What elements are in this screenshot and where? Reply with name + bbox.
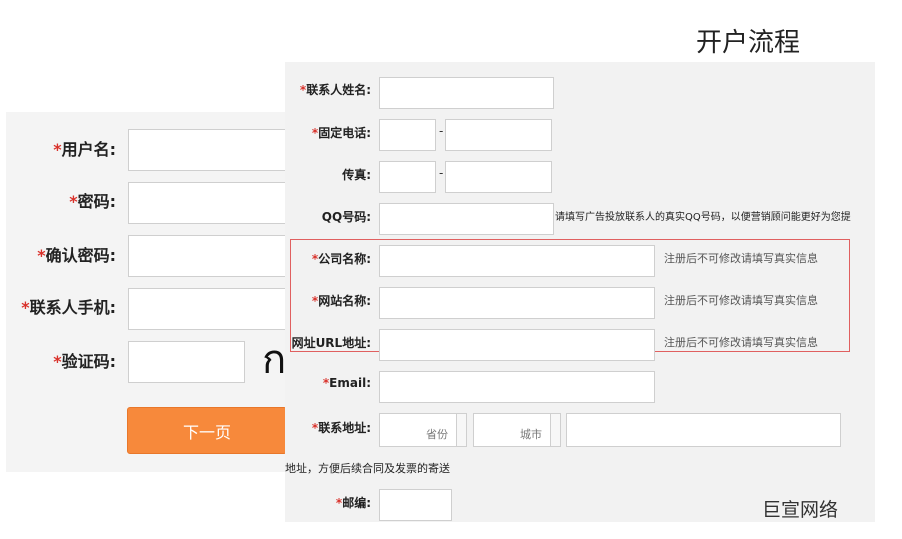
company-name-input[interactable] [379, 245, 655, 277]
postcode-label: *邮编: [335, 496, 371, 510]
address-label: *联系地址: [311, 421, 371, 435]
fax-area-code-input[interactable] [379, 161, 436, 193]
confirm-password-label: *确认密码: [37, 246, 116, 265]
captcha-input[interactable] [128, 341, 245, 383]
fax-label: 传真: [342, 168, 371, 182]
fax-number-input[interactable] [445, 161, 552, 193]
brand-name: 巨宣网络 [762, 499, 839, 521]
province-dropdown-arrow [456, 414, 466, 446]
address-detail-input[interactable] [566, 413, 841, 447]
password-label: *密码: [69, 192, 116, 211]
password-input[interactable] [128, 182, 288, 224]
website-url-hint: 注册后不可修改请填写真实信息 [664, 336, 818, 349]
next-page-button[interactable]: 下一页 [127, 407, 287, 454]
phone-separator: - [439, 124, 444, 138]
website-url-label: 网址URL地址: [291, 336, 371, 350]
confirm-password-input[interactable] [128, 235, 288, 277]
province-select[interactable]: 省份 [379, 413, 467, 447]
phone-area-code-input[interactable] [379, 119, 436, 151]
website-name-hint: 注册后不可修改请填写真实信息 [664, 294, 818, 307]
address-note: 地址，方便后续合同及发票的寄送 [285, 462, 450, 475]
contact-name-label: *联系人姓名: [299, 83, 371, 97]
phone-number-input[interactable] [445, 119, 552, 151]
captcha-image[interactable]: ก [262, 340, 286, 380]
qq-input[interactable] [379, 203, 554, 235]
company-name-label: *公司名称: [311, 252, 371, 266]
city-select[interactable]: 城市 [473, 413, 561, 447]
email-label: *Email: [322, 376, 371, 390]
website-name-input[interactable] [379, 287, 655, 319]
phone-label: *固定电话: [311, 126, 371, 140]
province-select-text: 省份 [426, 428, 448, 441]
contact-mobile-label: *联系人手机: [21, 298, 116, 317]
qq-hint: 请填写广告投放联系人的真实QQ号码，以便营销顾问能更好为您提 [555, 212, 851, 223]
email-input[interactable] [379, 371, 655, 403]
contact-name-input[interactable] [379, 77, 554, 109]
captcha-label: *验证码: [53, 352, 116, 371]
username-input[interactable] [128, 129, 288, 171]
website-url-input[interactable] [379, 329, 655, 361]
company-name-hint: 注册后不可修改请填写真实信息 [664, 252, 818, 265]
website-name-label: *网站名称: [311, 294, 371, 308]
contact-mobile-input[interactable] [128, 288, 288, 330]
city-select-text: 城市 [520, 428, 542, 441]
qq-label: QQ号码: [321, 210, 371, 224]
page-title: 开户流程 [696, 28, 801, 58]
postcode-input[interactable] [379, 489, 452, 521]
username-label: *用户名: [53, 140, 116, 159]
fax-separator: - [439, 166, 444, 180]
city-dropdown-arrow [550, 414, 560, 446]
